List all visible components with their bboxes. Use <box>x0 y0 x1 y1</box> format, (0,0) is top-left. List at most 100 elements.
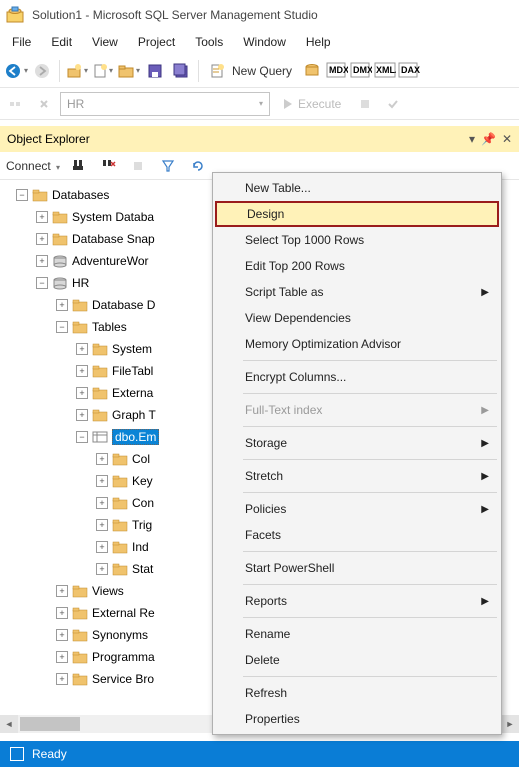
context-menu-label: Rename <box>245 627 290 641</box>
expand-icon[interactable]: + <box>76 365 88 377</box>
context-menu-separator <box>243 617 497 618</box>
expand-icon[interactable]: + <box>76 343 88 355</box>
expand-icon[interactable]: + <box>76 409 88 421</box>
context-menu-item-policies[interactable]: Policies▶ <box>215 496 499 522</box>
menubar: File Edit View Project Tools Window Help <box>0 30 519 54</box>
expand-icon[interactable]: + <box>96 453 108 465</box>
scroll-left-icon[interactable]: ◄ <box>0 715 18 733</box>
app-logo-icon <box>6 6 24 24</box>
new-project-button[interactable]: ▾ <box>65 59 89 83</box>
context-menu-item-rename[interactable]: Rename <box>215 621 499 647</box>
expand-icon[interactable]: + <box>56 607 68 619</box>
expand-icon[interactable]: + <box>56 673 68 685</box>
execute-button: Execute <box>274 97 349 111</box>
context-menu-item-encrypt-columns[interactable]: Encrypt Columns... <box>215 364 499 390</box>
context-menu-item-edit-top-200-rows[interactable]: Edit Top 200 Rows <box>215 253 499 279</box>
context-menu-item-storage[interactable]: Storage ▶ <box>215 430 499 456</box>
context-menu-label: Delete <box>245 653 280 667</box>
scroll-right-icon[interactable]: ► <box>501 715 519 733</box>
xmla-query-button[interactable]: XMLA <box>374 61 396 81</box>
database-combo[interactable]: HR ▾ <box>60 92 270 116</box>
db-engine-query-button[interactable] <box>300 59 324 83</box>
filter-icon[interactable] <box>156 154 180 178</box>
menu-view[interactable]: View <box>82 35 128 49</box>
debug-button <box>353 92 377 116</box>
svg-text:MDX: MDX <box>329 65 348 75</box>
open-file-button[interactable]: ▾ <box>117 59 141 83</box>
submenu-arrow-icon: ▶ <box>481 438 489 449</box>
expand-icon[interactable]: + <box>96 563 108 575</box>
expand-icon[interactable]: + <box>56 651 68 663</box>
expand-icon[interactable]: + <box>56 629 68 641</box>
refresh-icon[interactable] <box>186 154 210 178</box>
svg-text:XMLA: XMLA <box>376 65 396 75</box>
context-menu-item-view-dependencies[interactable]: View Dependencies <box>215 305 499 331</box>
save-button[interactable] <box>143 59 167 83</box>
expand-icon[interactable]: + <box>96 519 108 531</box>
context-menu-separator <box>243 393 497 394</box>
expand-icon[interactable]: + <box>76 387 88 399</box>
menu-help[interactable]: Help <box>296 35 341 49</box>
expand-icon[interactable]: + <box>96 475 108 487</box>
context-menu-item-new-table[interactable]: New Table... <box>215 175 499 201</box>
chevron-down-icon: ▾ <box>109 66 113 75</box>
expand-icon[interactable]: + <box>56 585 68 597</box>
dmx-query-button[interactable]: DMX <box>350 61 372 81</box>
menu-project[interactable]: Project <box>128 35 185 49</box>
submenu-arrow-icon: ▶ <box>481 596 489 607</box>
menu-file[interactable]: File <box>2 35 41 49</box>
context-menu-item-select-top-1000-rows[interactable]: Select Top 1000 Rows <box>215 227 499 253</box>
connect-obj-icon[interactable] <box>66 154 90 178</box>
context-menu-label: Storage <box>245 436 287 450</box>
object-explorer-header: Object Explorer ▾ 📌 ✕ <box>0 126 519 152</box>
context-menu-item-stretch[interactable]: Stretch▶ <box>215 463 499 489</box>
toolbar-main: ▾ ▾ ▾ ▾ New Query MDX DMX XMLA DAX <box>0 54 519 88</box>
context-menu-label: Stretch <box>245 469 283 483</box>
menu-tools[interactable]: Tools <box>185 35 233 49</box>
new-query-button[interactable]: New Query <box>204 59 298 83</box>
submenu-arrow-icon: ▶ <box>481 287 489 298</box>
expand-icon[interactable]: + <box>56 299 68 311</box>
context-menu-label: Properties <box>245 712 300 726</box>
context-menu-item-refresh[interactable]: Refresh <box>215 680 499 706</box>
collapse-icon[interactable]: − <box>76 431 88 443</box>
connect-button[interactable]: Connect ▾ <box>6 159 60 173</box>
context-menu-item-reports[interactable]: Reports▶ <box>215 588 499 614</box>
pin-icon[interactable]: 📌 <box>481 132 496 146</box>
nav-back-button[interactable]: ▾ <box>4 59 28 83</box>
panel-dropdown-icon[interactable]: ▾ <box>469 132 475 146</box>
disconnect-icon[interactable] <box>96 154 120 178</box>
context-menu-item-memory-optimization-advisor[interactable]: Memory Optimization Advisor <box>215 331 499 357</box>
menu-window[interactable]: Window <box>233 35 296 49</box>
context-menu-item-facets[interactable]: Facets <box>215 522 499 548</box>
context-menu-item-start-powershell[interactable]: Start PowerShell <box>215 555 499 581</box>
save-all-button[interactable] <box>169 59 193 83</box>
dax-query-button[interactable]: DAX <box>398 61 420 81</box>
expand-icon[interactable]: + <box>96 497 108 509</box>
context-menu-item-script-table-as[interactable]: Script Table as▶ <box>215 279 499 305</box>
nav-forward-button <box>30 59 54 83</box>
collapse-icon[interactable]: − <box>36 277 48 289</box>
toolbar-sql: HR ▾ Execute <box>0 88 519 120</box>
context-menu-separator <box>243 492 497 493</box>
context-menu-item-properties[interactable]: Properties <box>215 706 499 732</box>
new-file-button[interactable]: ▾ <box>91 59 115 83</box>
expand-icon[interactable]: + <box>36 255 48 267</box>
expand-icon[interactable]: + <box>36 211 48 223</box>
context-menu-separator <box>243 459 497 460</box>
expand-icon[interactable]: + <box>36 233 48 245</box>
expand-icon[interactable]: + <box>96 541 108 553</box>
context-menu-label: Policies <box>245 502 286 516</box>
context-menu-item-design[interactable]: Design <box>215 201 499 227</box>
execute-label: Execute <box>298 97 341 111</box>
context-menu-separator <box>243 584 497 585</box>
context-menu-label: Facets <box>245 528 281 542</box>
context-menu-label: Select Top 1000 Rows <box>245 233 364 247</box>
collapse-icon[interactable]: − <box>16 189 28 201</box>
collapse-icon[interactable]: − <box>56 321 68 333</box>
context-menu-item-delete[interactable]: Delete <box>215 647 499 673</box>
scroll-thumb[interactable] <box>20 717 80 731</box>
close-icon[interactable]: ✕ <box>502 132 512 146</box>
mdx-query-button[interactable]: MDX <box>326 61 348 81</box>
menu-edit[interactable]: Edit <box>41 35 82 49</box>
